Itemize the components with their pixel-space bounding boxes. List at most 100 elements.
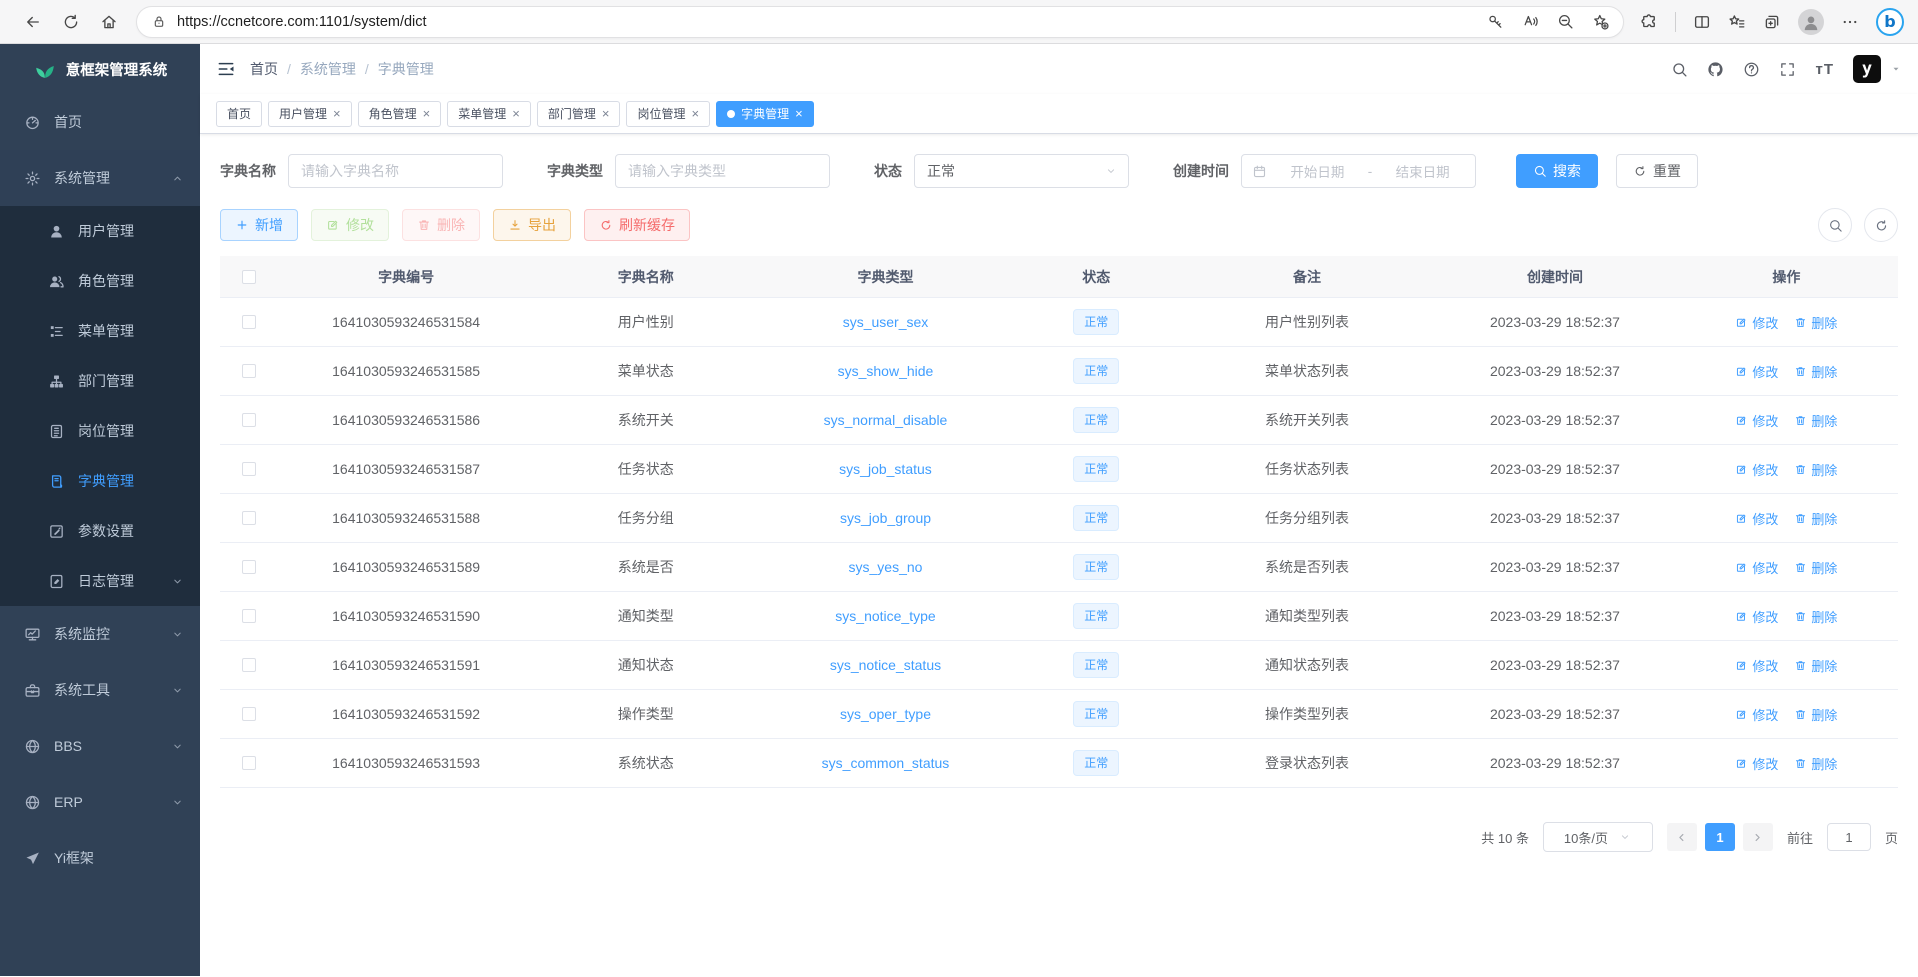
row-edit-link[interactable]: 修改 [1735,705,1778,724]
row-delete-link[interactable]: 删除 [1794,607,1837,626]
row-checkbox[interactable] [242,511,256,525]
row-delete-link[interactable]: 删除 [1794,705,1837,724]
tab-菜单管理[interactable]: 菜单管理× [447,101,531,127]
sidebar-item-字典管理[interactable]: 字典管理 [0,456,200,506]
row-edit-link[interactable]: 修改 [1735,754,1778,773]
goto-page-input[interactable] [1827,823,1871,851]
sidebar-item-岗位管理[interactable]: 岗位管理 [0,406,200,456]
app-logo[interactable]: 意框架管理系统 [0,44,200,94]
row-checkbox[interactable] [242,756,256,770]
row-delete-link[interactable]: 删除 [1794,411,1837,430]
tab-close-icon[interactable]: × [602,107,610,120]
dict-type-link[interactable]: sys_common_status [822,755,950,771]
tab-角色管理[interactable]: 角色管理× [358,101,442,127]
add-favorite-icon[interactable] [1592,13,1609,30]
tab-部门管理[interactable]: 部门管理× [537,101,621,127]
date-range-picker[interactable]: 开始日期 - 结束日期 [1241,154,1476,188]
sidebar-item-BBS[interactable]: BBS [0,718,200,774]
refresh-table-button[interactable] [1864,208,1898,242]
sidebar-item-日志管理[interactable]: 日志管理 [0,556,200,606]
dict-type-link[interactable]: sys_job_status [839,461,932,477]
sidebar-item-Yi框架[interactable]: Yi框架 [0,830,200,886]
dict-type-input[interactable] [615,154,830,188]
tab-字典管理[interactable]: 字典管理× [716,101,814,127]
tab-close-icon[interactable]: × [691,107,699,120]
start-date-placeholder[interactable]: 开始日期 [1275,161,1360,181]
row-edit-link[interactable]: 修改 [1735,313,1778,332]
row-edit-link[interactable]: 修改 [1735,411,1778,430]
row-checkbox[interactable] [242,413,256,427]
dict-type-link[interactable]: sys_oper_type [840,706,931,722]
delete-button[interactable]: 删除 [402,209,480,241]
browser-refresh-button[interactable] [52,5,90,39]
browser-home-button[interactable] [90,5,128,39]
row-delete-link[interactable]: 删除 [1794,313,1837,332]
export-button[interactable]: 导出 [493,209,571,241]
url-text[interactable]: https://ccnetcore.com:1101/system/dict [177,14,1487,30]
tab-close-icon[interactable]: × [795,107,803,120]
search-button[interactable]: 搜索 [1516,154,1598,188]
sidebar-item-系统监控[interactable]: 系统监控 [0,606,200,662]
dict-type-link[interactable]: sys_show_hide [838,363,934,379]
tab-close-icon[interactable]: × [423,107,431,120]
row-checkbox[interactable] [242,707,256,721]
sidebar-item-用户管理[interactable]: 用户管理 [0,206,200,256]
row-checkbox[interactable] [242,658,256,672]
tab-岗位管理[interactable]: 岗位管理× [626,101,710,127]
sidebar-item-参数设置[interactable]: 参数设置 [0,506,200,556]
page-1-button[interactable]: 1 [1705,823,1735,851]
sidebar-item-ERP[interactable]: ERP [0,774,200,830]
tab-close-icon[interactable]: × [333,107,341,120]
github-icon[interactable] [1707,61,1724,78]
password-icon[interactable] [1487,13,1504,30]
row-edit-link[interactable]: 修改 [1735,509,1778,528]
row-edit-link[interactable]: 修改 [1735,460,1778,479]
add-button[interactable]: 新增 [220,209,298,241]
breadcrumb-system[interactable]: 系统管理 [300,59,356,79]
row-delete-link[interactable]: 删除 [1794,754,1837,773]
refresh-cache-button[interactable]: 刷新缓存 [584,209,690,241]
row-delete-link[interactable]: 删除 [1794,460,1837,479]
end-date-placeholder[interactable]: 结束日期 [1380,161,1465,181]
read-aloud-icon[interactable] [1522,13,1539,30]
row-edit-link[interactable]: 修改 [1735,656,1778,675]
row-checkbox[interactable] [242,315,256,329]
zoom-out-icon[interactable] [1557,13,1574,30]
row-delete-link[interactable]: 删除 [1794,362,1837,381]
user-menu-caret-icon[interactable] [1890,63,1902,75]
collapse-sidebar-icon[interactable] [216,59,236,79]
edit-button[interactable]: 修改 [311,209,389,241]
sidebar-item-首页[interactable]: 首页 [0,94,200,150]
dict-type-link[interactable]: sys_job_group [840,510,931,526]
row-edit-link[interactable]: 修改 [1735,607,1778,626]
breadcrumb-home[interactable]: 首页 [250,59,278,79]
sidebar-item-部门管理[interactable]: 部门管理 [0,356,200,406]
row-delete-link[interactable]: 删除 [1794,509,1837,528]
dict-name-input[interactable] [288,154,503,188]
row-checkbox[interactable] [242,364,256,378]
lock-icon[interactable] [151,14,167,30]
header-search-icon[interactable] [1671,61,1688,78]
split-screen-icon[interactable] [1693,13,1711,31]
favorites-icon[interactable] [1728,13,1746,31]
row-delete-link[interactable]: 删除 [1794,558,1837,577]
help-icon[interactable] [1743,61,1760,78]
tab-首页[interactable]: 首页 [216,101,262,127]
reset-button[interactable]: 重置 [1616,154,1698,188]
row-delete-link[interactable]: 删除 [1794,656,1837,675]
fullscreen-icon[interactable] [1779,61,1796,78]
dict-type-link[interactable]: sys_normal_disable [824,412,948,428]
row-checkbox[interactable] [242,560,256,574]
row-checkbox[interactable] [242,462,256,476]
dict-type-link[interactable]: sys_user_sex [843,314,929,330]
next-page-button[interactable] [1743,823,1773,851]
extensions-icon[interactable] [1640,13,1658,31]
row-edit-link[interactable]: 修改 [1735,558,1778,577]
dict-type-link[interactable]: sys_yes_no [849,559,923,575]
font-size-icon[interactable]: тT [1815,61,1834,78]
user-avatar[interactable]: y [1853,55,1881,83]
sidebar-item-菜单管理[interactable]: 菜单管理 [0,306,200,356]
copilot-icon[interactable]: b [1876,8,1904,36]
tab-close-icon[interactable]: × [512,107,520,120]
status-select[interactable]: 正常 [914,154,1129,188]
